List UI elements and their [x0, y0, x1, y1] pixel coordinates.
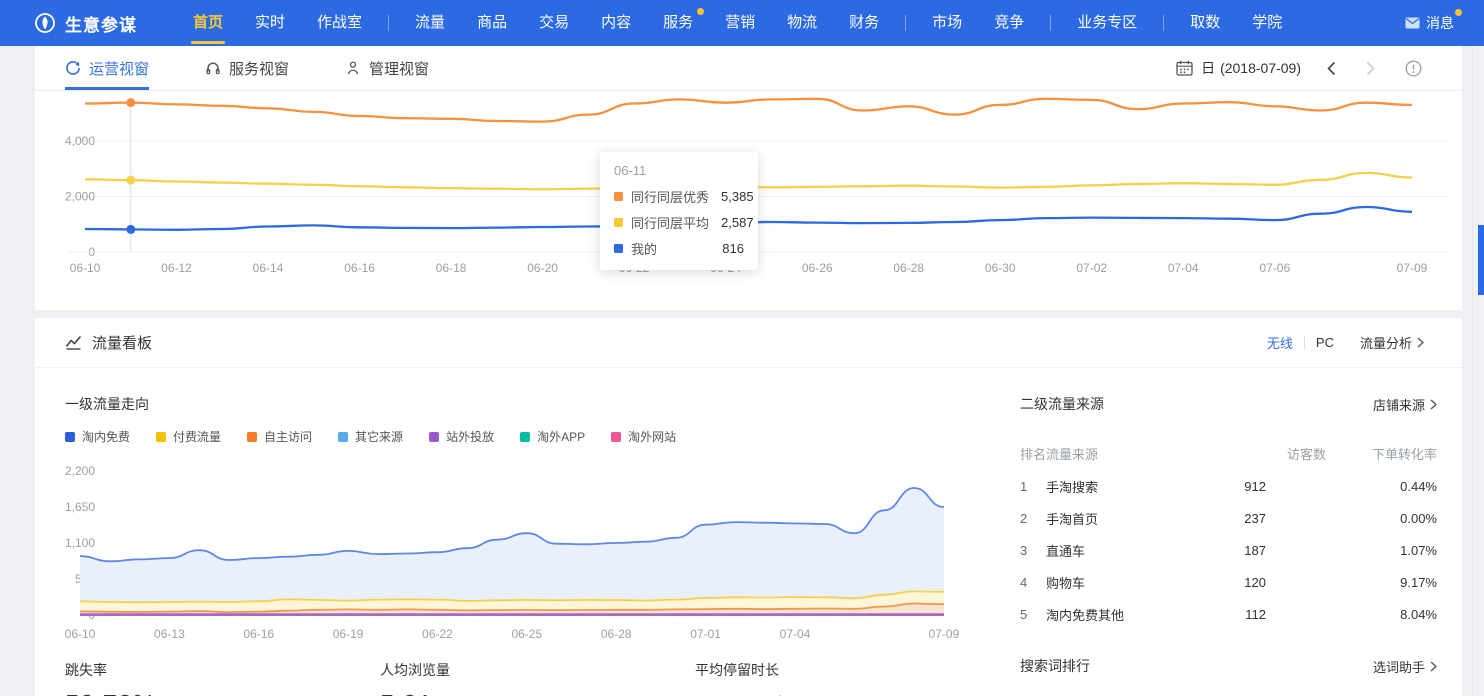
sycm-logo-icon [34, 12, 56, 34]
nav-item-home[interactable]: 首页 [177, 0, 239, 46]
source-row[interactable]: 4 购物车 120 9.17% [1020, 566, 1437, 598]
nav-item-logistics[interactable]: 物流 [771, 0, 833, 46]
tooltip-row: 我的 816 [614, 239, 744, 258]
current-date[interactable]: (2018-07-09) [1220, 60, 1301, 76]
industry-compare-card: 运营视窗 服务视窗 管理视窗 日 (2018-07-09) [35, 46, 1462, 310]
word-helper-link[interactable]: 选词助手 [1373, 657, 1437, 676]
svg-text:07-09: 07-09 [1397, 261, 1428, 275]
series-swatch [614, 192, 623, 201]
next-date-button[interactable] [1366, 61, 1375, 76]
info-icon[interactable] [1405, 60, 1422, 77]
source-row[interactable]: 2 手淘首页 237 0.00% [1020, 502, 1437, 534]
svg-text:06-28: 06-28 [893, 261, 924, 275]
traffic-stats: 跳失率 59.72% 人均浏览量 5.01 平均停留时长 17.49秒 [35, 318, 995, 696]
tab-label: 管理视窗 [369, 58, 429, 79]
traffic-kanban-card: 流量看板 无线 PC 流量分析 一级流量走向 淘内免费 付费流量 自主访问 其它… [35, 318, 1462, 696]
svg-text:06-16: 06-16 [344, 261, 375, 275]
envelope-icon [1405, 17, 1420, 29]
tab-label: 运营视窗 [89, 58, 149, 79]
notification-dot [1455, 9, 1462, 16]
svg-text:07-02: 07-02 [1076, 261, 1107, 275]
nav-item-business-zone[interactable]: 业务专区 [1061, 0, 1153, 46]
nav-item-market[interactable]: 市场 [916, 0, 978, 46]
messages-button[interactable]: 消息 [1405, 13, 1454, 33]
nav-item-competition[interactable]: 竞争 [978, 0, 1040, 46]
sources-column-headers: 排名 流量来源 访客数 下单转化率 [1020, 444, 1437, 463]
stat-bounce-rate: 跳失率 59.72% [65, 660, 156, 696]
brand[interactable]: 生意参谋 [34, 11, 137, 36]
svg-text:06-20: 06-20 [527, 261, 558, 275]
nav-item-trade[interactable]: 交易 [523, 0, 585, 46]
top-navbar: 生意参谋 首页 实时 作战室 流量 商品 交易 内容 服务 营销 物流 财务 市… [0, 0, 1484, 46]
nav-item-academy[interactable]: 学院 [1236, 0, 1298, 46]
date-granularity[interactable]: 日 [1201, 58, 1215, 78]
headphone-icon [205, 60, 221, 76]
person-icon [345, 60, 361, 76]
nav-divider [388, 15, 389, 31]
date-controls: 日 (2018-07-09) [1176, 58, 1462, 78]
brand-name: 生意参谋 [65, 11, 137, 36]
search-rank-header: 搜索词排行 选词助手 [1020, 656, 1437, 676]
nav-item-data-extract[interactable]: 取数 [1174, 0, 1236, 46]
svg-text:07-06: 07-06 [1259, 261, 1290, 275]
nav-divider [1163, 15, 1164, 31]
tooltip-row: 同行同层平均 2,587 [614, 213, 744, 232]
chevron-right-icon [1430, 399, 1437, 410]
svg-text:06-26: 06-26 [802, 261, 833, 275]
notification-dot [697, 8, 704, 15]
svg-text:07-04: 07-04 [1168, 261, 1199, 275]
stat-pages-per-visit: 人均浏览量 5.01 [380, 660, 450, 696]
series-swatch [614, 244, 623, 253]
tab-manage-view[interactable]: 管理视窗 [345, 46, 429, 90]
tab-operate-view[interactable]: 运营视窗 [65, 46, 149, 90]
sources-header: 二级流量来源 店铺来源 [1020, 394, 1437, 414]
nav-item-traffic[interactable]: 流量 [399, 0, 461, 46]
nav-item-war-room[interactable]: 作战室 [301, 0, 378, 46]
tooltip-date: 06-11 [614, 163, 744, 178]
stat-avg-stay-time: 平均停留时长 17.49秒 [695, 660, 789, 696]
page-scrollbar[interactable] [1472, 46, 1484, 696]
prev-date-button[interactable] [1327, 61, 1336, 76]
svg-text:4,000: 4,000 [65, 134, 95, 148]
messages-label: 消息 [1426, 13, 1454, 33]
source-row[interactable]: 3 直通车 187 1.07% [1020, 534, 1437, 566]
nav-item-realtime[interactable]: 实时 [239, 0, 301, 46]
nav-divider [1050, 15, 1051, 31]
rotate-icon [65, 60, 81, 76]
nav-divider [905, 15, 906, 31]
scrollbar-thumb[interactable] [1478, 225, 1484, 295]
view-tabbar: 运营视窗 服务视窗 管理视窗 日 (2018-07-09) [35, 46, 1462, 91]
chevron-right-icon [1430, 661, 1437, 672]
tooltip-row: 同行同层优秀 5,385 [614, 187, 744, 206]
nav-item-service[interactable]: 服务 [647, 0, 709, 46]
tab-label: 服务视窗 [229, 58, 289, 79]
nav-item-finance[interactable]: 财务 [833, 0, 895, 46]
chart-tooltip: 06-11 同行同层优秀 5,385 同行同层平均 2,587 我的 816 [600, 152, 758, 270]
sources-table: 1 手淘搜索 912 0.44% 2 手淘首页 237 0.00% 3 直通车 … [1020, 470, 1437, 630]
svg-text:06-14: 06-14 [253, 261, 284, 275]
svg-text:06-10: 06-10 [70, 261, 101, 275]
nav-item-marketing[interactable]: 营销 [709, 0, 771, 46]
nav-item-content[interactable]: 内容 [585, 0, 647, 46]
secondary-sources-panel: 二级流量来源 店铺来源 排名 流量来源 访客数 下单转化率 1 手淘搜索 912… [1010, 318, 1442, 696]
svg-text:06-12: 06-12 [161, 261, 192, 275]
svg-text:2,000: 2,000 [65, 190, 95, 204]
shop-sources-link[interactable]: 店铺来源 [1373, 395, 1437, 414]
svg-text:06-18: 06-18 [436, 261, 467, 275]
series-swatch [614, 218, 623, 227]
source-row[interactable]: 5 淘内免费其他 112 8.04% [1020, 598, 1437, 630]
svg-text:06-30: 06-30 [985, 261, 1016, 275]
tab-service-view[interactable]: 服务视窗 [205, 46, 289, 90]
main-menu: 首页 实时 作战室 流量 商品 交易 内容 服务 营销 物流 财务 市场 竞争 … [177, 0, 1298, 46]
calendar-icon[interactable] [1176, 60, 1193, 76]
source-row[interactable]: 1 手淘搜索 912 0.44% [1020, 470, 1437, 502]
nav-item-product[interactable]: 商品 [461, 0, 523, 46]
